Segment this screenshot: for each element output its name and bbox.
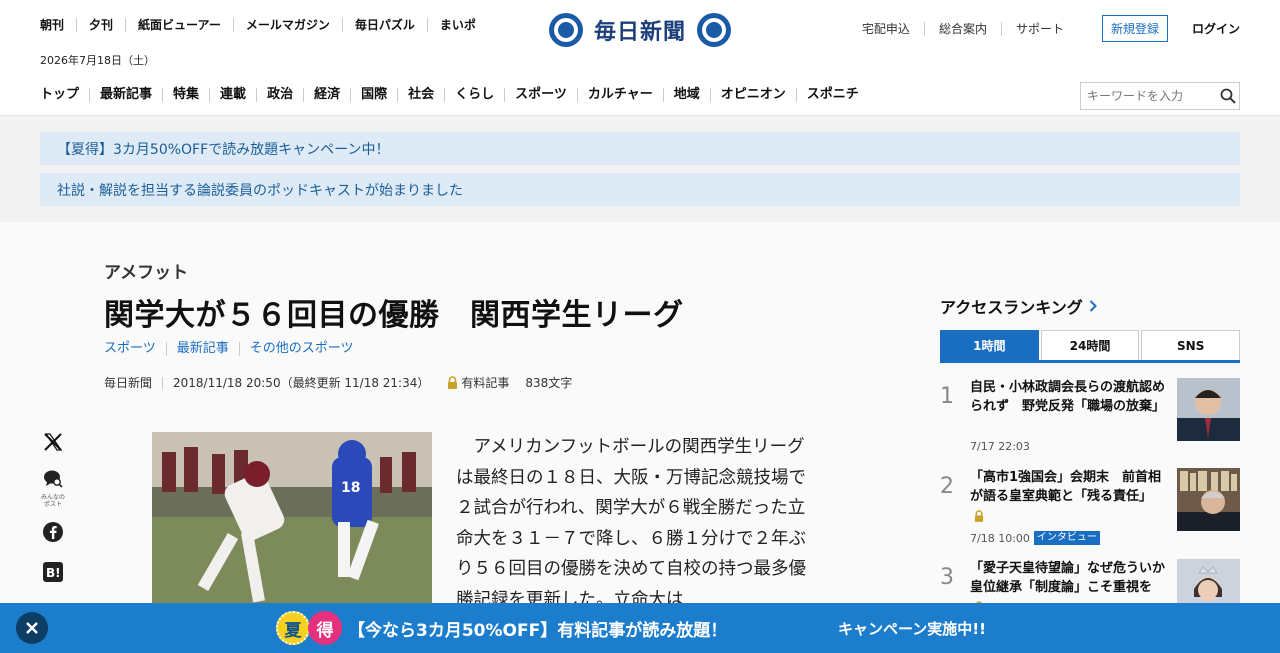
article-category: アメフット: [104, 263, 189, 283]
tag-latest[interactable]: 最新記事: [165, 342, 239, 356]
ranking-title[interactable]: アクセスランキング: [940, 294, 1097, 318]
svg-text:B!: B!: [46, 566, 61, 580]
tag-sports[interactable]: スポーツ: [104, 342, 166, 356]
lock-icon: [974, 509, 984, 522]
rank-number: 1: [940, 384, 954, 409]
top-link-puzzle[interactable]: 毎日パズル: [341, 18, 427, 32]
chevron-right-icon: [1089, 300, 1097, 312]
nav-item-culture[interactable]: カルチャー: [576, 88, 663, 102]
notice-area: 【夏得】3カ月50%OFFで読み放題キャンペーン中！ 社説・解説を担当する論説委…: [0, 116, 1280, 222]
paid-label: 有料記事: [461, 376, 510, 390]
top-link-maipo[interactable]: まいポ: [426, 18, 488, 32]
campaign-banner[interactable]: 夏 得 【今なら3カ月50%OFF】有料記事が読み放題！ キャンペーン実施中!!: [0, 603, 1280, 653]
nav-item-region[interactable]: 地域: [662, 88, 710, 102]
rank-number: 2: [940, 474, 954, 499]
article-datetime: 2018/11/18 20:50（最終更新 11/18 21:34）: [162, 376, 439, 389]
campaign-badges: 夏 得: [276, 611, 342, 645]
nav-item-sponichi[interactable]: スポニチ: [795, 88, 869, 102]
nav-item-top[interactable]: トップ: [40, 88, 89, 102]
tab-1hour[interactable]: 1時間: [940, 330, 1039, 360]
logo-text: 毎日新聞: [593, 19, 686, 45]
article-photo[interactable]: 18: [152, 432, 432, 613]
nav-item-life[interactable]: くらし: [444, 88, 504, 102]
article-tags: スポーツ 最新記事 その他のスポーツ: [104, 342, 364, 356]
rank-thumbnail: [1177, 468, 1240, 531]
nav-item-politics[interactable]: 政治: [256, 88, 303, 102]
article-meta: 毎日新聞 2018/11/18 20:50（最終更新 11/18 21:34） …: [104, 374, 572, 391]
banner-message: 【今なら3カ月50%OFF】有料記事が読み放題！: [348, 621, 728, 641]
article-source: 毎日新聞: [104, 376, 153, 390]
rank-title-text: 「高市1強国会」会期末 前首相が語る皇室典範と「残る責任」: [970, 470, 1162, 504]
tag-other-sports[interactable]: その他のスポーツ: [238, 342, 364, 356]
post-icon: [43, 470, 63, 492]
login-button[interactable]: ログイン: [1192, 20, 1240, 37]
rank-number: 3: [940, 565, 954, 590]
nav-item-opinion[interactable]: オピニオン: [709, 88, 796, 102]
nav-item-series[interactable]: 連載: [209, 88, 256, 102]
search-icon[interactable]: [1217, 85, 1239, 107]
site-logo[interactable]: 毎日新聞: [549, 12, 731, 48]
notice-campaign[interactable]: 【夏得】3カ月50%OFFで読み放題キャンペーン中！: [40, 132, 1240, 165]
interview-badge: インタビュー: [1033, 531, 1100, 545]
ranking-title-label: アクセスランキング: [940, 298, 1083, 317]
notice-podcast[interactable]: 社説・解説を担当する論説委員のポッドキャストが始まりました: [40, 173, 1240, 206]
top-link-viewer[interactable]: 紙面ビューアー: [125, 18, 233, 32]
post-label: みんなのポスト: [41, 494, 66, 508]
nav-item-world[interactable]: 国際: [350, 88, 397, 102]
paid-indicator: 有料記事: [447, 374, 509, 391]
share-bar: みんなのポスト B!: [40, 430, 66, 600]
rank-time: 7/18 10:00 インタビュー: [970, 531, 1100, 545]
main-nav: トップ 最新記事 特集 連載 政治 経済 国際 社会 くらし スポーツ カルチャ…: [40, 88, 869, 102]
lock-icon: [447, 376, 458, 389]
nav-item-economy[interactable]: 経済: [303, 88, 350, 102]
rank-time-text: 7/17 22:03: [970, 440, 1030, 453]
rank-thumbnail: [1177, 378, 1240, 441]
nav-item-latest[interactable]: 最新記事: [89, 88, 162, 102]
nav-item-features[interactable]: 特集: [162, 88, 209, 102]
register-button[interactable]: 新規登録: [1101, 15, 1168, 42]
article-headline: 関学大が５６回目の優勝 関西学生リーグ: [104, 298, 684, 333]
current-date: 2026年7月18日（土）: [40, 54, 155, 67]
x-icon[interactable]: [41, 430, 65, 454]
tab-24hours[interactable]: 24時間: [1040, 330, 1140, 360]
search-box: [1080, 82, 1240, 110]
tab-sns[interactable]: SNS: [1141, 330, 1241, 360]
nav-item-sports[interactable]: スポーツ: [504, 88, 577, 102]
rank-title: 自民・小林政調会長らの渡航認められず 野党反発「職場の放棄」: [970, 380, 1166, 414]
logo-emblem-icon: [549, 13, 583, 47]
top-links: 朝刊 夕刊 紙面ビューアー メールマガジン 毎日パズル まいポ: [40, 18, 488, 32]
link-support[interactable]: サポート: [1000, 21, 1078, 36]
link-delivery[interactable]: 宅配申込: [862, 22, 924, 36]
char-count: 838文字: [525, 376, 573, 390]
article-body: アメリカンフットボールの関西学生リーグは最終日の１８日、大阪・万博記念競技場で２…: [456, 437, 806, 610]
post-button[interactable]: みんなのポスト: [41, 470, 65, 508]
svg-text:18: 18: [341, 480, 360, 496]
facebook-icon[interactable]: [41, 520, 65, 544]
nav-item-society[interactable]: 社会: [397, 88, 444, 102]
rank-title: 「高市1強国会」会期末 前首相が語る皇室典範と「残る責任」: [970, 468, 1170, 525]
banner-cta: キャンペーン実施中!!: [838, 620, 986, 638]
logo-emblem-icon: [696, 13, 731, 47]
site-header: 朝刊 夕刊 紙面ビューアー メールマガジン 毎日パズル まいポ 2026年7月1…: [0, 0, 1280, 116]
main-content: アメフット 関学大が５６回目の優勝 関西学生リーグ スポーツ 最新記事 その他の…: [0, 222, 1280, 653]
close-icon[interactable]: [16, 612, 48, 644]
top-link-newsletter[interactable]: メールマガジン: [232, 18, 342, 32]
top-link-evening[interactable]: 夕刊: [76, 18, 125, 32]
account-links: 宅配申込 総合案内 サポート 新規登録 ログイン: [862, 15, 1240, 42]
search-input[interactable]: [1081, 89, 1217, 103]
ranking-item[interactable]: 2 「高市1強国会」会期末 前首相が語る皇室典範と「残る責任」 7/18 10:…: [940, 468, 1240, 548]
ranking-item[interactable]: 1 自民・小林政調会長らの渡航認められず 野党反発「職場の放棄」 7/17 22…: [940, 378, 1240, 458]
hatena-icon[interactable]: B!: [41, 560, 65, 584]
rank-time-text: 7/18 10:00: [970, 531, 1030, 545]
rank-time: 7/17 22:03: [970, 440, 1030, 453]
top-link-morning[interactable]: 朝刊: [40, 18, 76, 32]
summer-badge: 夏: [276, 611, 310, 645]
deal-badge: 得: [308, 611, 342, 645]
ranking-tabs: 1時間 24時間 SNS: [940, 330, 1241, 363]
link-guide[interactable]: 総合案内: [923, 21, 1001, 36]
rank-title-text: 「愛子天皇待望論」なぜ危ういか 皇位継承「制度論」こそ重視を: [970, 561, 1179, 595]
